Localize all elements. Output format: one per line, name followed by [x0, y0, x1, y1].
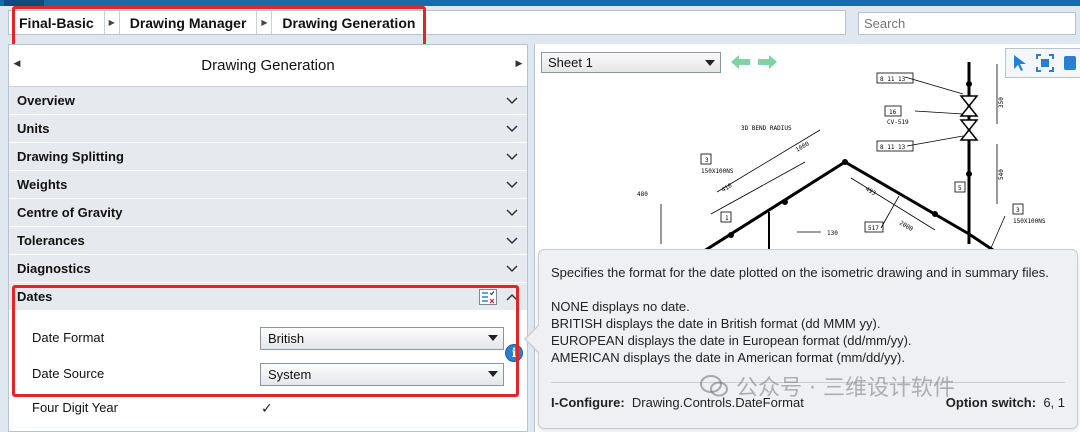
section-label: Weights — [17, 177, 68, 192]
section-tolerances[interactable]: Tolerances — [9, 227, 527, 255]
date-source-label: Date Source — [32, 366, 105, 381]
dropdown-caret-icon — [488, 371, 498, 377]
section-label: Units — [17, 121, 50, 136]
four-digit-year-label: Four Digit Year — [32, 400, 118, 415]
drawing-label-l5: 150X100NS — [701, 168, 734, 175]
tooltip-line: AMERICAN displays the date in American f… — [551, 350, 906, 365]
section-label: Centre of Gravity — [17, 205, 123, 220]
drawing-label-d9: 540 — [998, 169, 1005, 180]
drawing-label-d1: 1000 — [795, 140, 811, 153]
tooltip-line: Specifies the format for the date plotte… — [551, 265, 1049, 280]
watermark-text: 公众号 · 三维设计软件 — [736, 376, 955, 401]
list-settings-icon[interactable] — [479, 289, 497, 305]
properties-panel: ◀ Drawing Generation ▶ Overview Units Dr… — [8, 44, 528, 432]
section-label: Overview — [17, 93, 75, 108]
section-diagnostics[interactable]: Diagnostics — [9, 255, 527, 283]
drawing-label-n3: 3 — [705, 157, 709, 164]
four-digit-year-checkbox[interactable]: ✓ — [261, 401, 275, 415]
section-label: Diagnostics — [17, 261, 91, 276]
dropdown-caret-icon — [488, 335, 498, 341]
option-value: 6, 1 — [1043, 395, 1065, 410]
date-source-select[interactable]: System — [260, 363, 504, 386]
panel-header: ◀ Drawing Generation ▶ — [9, 45, 527, 87]
tooltip-option: Option switch: 6, 1 — [946, 395, 1065, 410]
panel-title: Drawing Generation — [201, 57, 335, 74]
drawing-label-bend: 3D BEND RADIUS — [741, 125, 792, 132]
chevron-up-icon[interactable] — [505, 290, 519, 304]
configure-label: I-Configure: — [551, 395, 625, 410]
date-format-select[interactable]: British — [260, 327, 504, 350]
section-label: Tolerances — [17, 233, 85, 248]
section-drawing-splitting[interactable]: Drawing Splitting — [9, 143, 527, 171]
breadcrumb-item-drawing-generation[interactable]: Drawing Generation — [272, 11, 425, 34]
tooltip-line: BRITISH displays the date in British for… — [551, 316, 881, 331]
title-strip — [0, 0, 1080, 6]
section-label: Dates — [17, 289, 53, 304]
breadcrumb-separator-arrow-icon[interactable]: ▶ — [103, 11, 120, 34]
chevron-down-icon[interactable] — [505, 206, 519, 220]
section-label: Drawing Splitting — [17, 149, 124, 164]
drawing-label-n3b: 3 — [1016, 207, 1020, 214]
drawing-label-d5: 493 — [864, 186, 877, 198]
chevron-down-icon[interactable] — [505, 234, 519, 248]
section-centre-of-gravity[interactable]: Centre of Gravity — [9, 199, 527, 227]
tooltip-line: NONE displays no date. — [551, 299, 690, 314]
search-input[interactable] — [858, 12, 1076, 35]
section-dates[interactable]: Dates — [9, 283, 527, 311]
drawing-label-l4: 8 11 13 — [880, 144, 906, 151]
section-weights[interactable]: Weights — [9, 171, 527, 199]
tooltip-line: EUROPEAN displays the date in European f… — [551, 333, 912, 348]
chevron-down-icon[interactable] — [505, 262, 519, 276]
next-arrow-icon[interactable]: ▶ — [513, 58, 525, 69]
watermark: 公众号 · 三维设计软件 — [700, 370, 955, 402]
date-format-value: British — [268, 331, 305, 346]
chevron-down-icon[interactable] — [505, 178, 519, 192]
tooltip-pointer-fill — [526, 326, 539, 352]
chevron-down-icon[interactable] — [505, 122, 519, 136]
drawing-label-l2: 16 — [889, 109, 897, 116]
dates-properties: Date Format British i Date Source System… — [9, 311, 527, 416]
info-icon[interactable]: i — [505, 344, 523, 362]
date-source-value: System — [268, 367, 312, 382]
drawing-label-d8: 350 — [998, 97, 1005, 108]
section-overview[interactable]: Overview — [9, 87, 527, 115]
title-strip-tab — [4, 0, 44, 6]
breadcrumb-item-final-basic[interactable]: Final-Basic — [9, 11, 104, 34]
drawing-label-n5: 5 — [958, 185, 962, 192]
drawing-label-l3: CV-519 — [887, 119, 909, 126]
breadcrumb: Final-Basic ▶ Drawing Manager ▶ Drawing … — [8, 10, 846, 35]
option-label: Option switch: — [945, 395, 1037, 410]
drawing-label-d2: 480 — [637, 191, 648, 198]
section-units[interactable]: Units — [9, 115, 527, 143]
chevron-down-icon[interactable] — [505, 94, 519, 108]
chevron-down-icon[interactable] — [505, 150, 519, 164]
drawing-label-l1: 8 11 13 — [880, 76, 906, 83]
wechat-logo-icon — [700, 375, 728, 397]
drawing-label-d3: 130 — [827, 230, 838, 237]
drawing-label-d6: 517 — [868, 225, 879, 232]
breadcrumb-separator-arrow-icon[interactable]: ▶ — [256, 11, 273, 34]
drawing-label-d7: 2000 — [898, 220, 914, 233]
drawing-label-l6: 150X100NS — [1013, 218, 1046, 225]
drawing-label-n1: 1 — [725, 215, 729, 222]
help-tooltip: Specifies the format for the date plotte… — [524, 249, 1078, 429]
breadcrumb-item-drawing-manager[interactable]: Drawing Manager — [120, 11, 257, 34]
previous-arrow-icon[interactable]: ◀ — [11, 58, 23, 69]
drawing-label-d4: 410 — [721, 182, 734, 194]
date-format-label: Date Format — [32, 330, 105, 345]
